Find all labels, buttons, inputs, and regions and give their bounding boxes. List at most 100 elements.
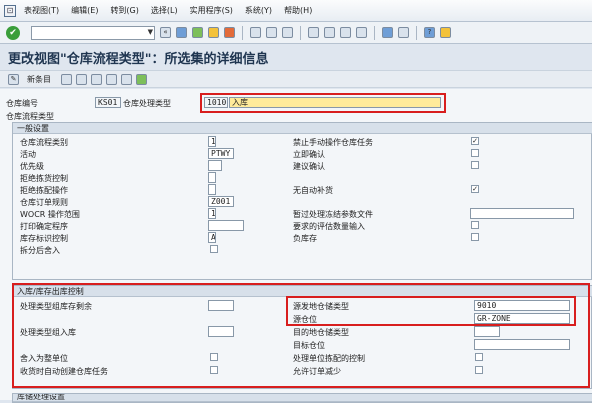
previous-page-icon[interactable]: [324, 27, 335, 38]
menu-select[interactable]: 选择(L): [151, 5, 178, 16]
general-right-label: 立即确认: [293, 150, 325, 159]
process-type-label: 仓库处理类型: [123, 99, 171, 108]
menu-system[interactable]: 系统(Y): [245, 5, 272, 16]
shortcut-icon[interactable]: [398, 27, 409, 38]
display-change-icon[interactable]: ✎: [8, 73, 19, 85]
toolbar-separator: [374, 25, 375, 40]
previous-entry-icon[interactable]: [106, 73, 117, 85]
general-left-label: WOCR 操作范围: [20, 210, 80, 219]
inout-right-field[interactable]: [474, 326, 500, 337]
inout-right-label: 目标仓位: [293, 341, 325, 350]
storage-settings-header: 库储处理设置: [13, 394, 592, 402]
next-entry-icon[interactable]: [121, 73, 132, 85]
next-page-icon[interactable]: [340, 27, 351, 38]
general-left-label: 拒绝拣配操作: [20, 186, 68, 195]
inout-right-checkbox[interactable]: [475, 366, 483, 374]
last-page-icon[interactable]: [356, 27, 367, 38]
general-left-field[interactable]: Z001: [208, 196, 234, 207]
general-right-label: 负库存: [293, 234, 317, 243]
toolbar-separator: [242, 25, 243, 40]
menu-edit[interactable]: 编辑(E): [71, 5, 98, 16]
general-left-field[interactable]: [208, 220, 244, 231]
general-right-label: 建议确认: [293, 162, 325, 171]
menu-help[interactable]: 帮助(H): [284, 5, 312, 16]
general-right-label: 禁止手动操作仓库任务: [293, 138, 373, 147]
menu-utilities[interactable]: 实用程序(S): [190, 5, 233, 16]
inout-right-field[interactable]: 9010: [474, 300, 570, 311]
sap-menu-icon[interactable]: ⊡: [4, 4, 16, 17]
general-right-checkbox[interactable]: [471, 233, 479, 241]
toolbar-separator: [300, 25, 301, 40]
general-left-label: 优先级: [20, 162, 44, 171]
general-left-field[interactable]: 1: [208, 208, 216, 219]
section-title: 仓库流程类型: [6, 112, 54, 121]
inout-right-label: 处理单位拣配的控制: [293, 354, 365, 363]
general-right-field[interactable]: [470, 208, 574, 219]
menu-table-view[interactable]: 表视图(T): [24, 5, 59, 16]
help-icon[interactable]: ?: [424, 27, 435, 38]
chevron-down-icon[interactable]: ▼: [148, 28, 153, 36]
menu-goto[interactable]: 转到(G): [110, 5, 138, 16]
customize-layout-icon[interactable]: [440, 27, 451, 38]
inout-right-checkbox[interactable]: [475, 353, 483, 361]
general-left-label: 打印确定程序: [20, 222, 68, 231]
general-left-field[interactable]: [208, 160, 222, 171]
standard-toolbar: ✔ ▼ « ?: [0, 22, 592, 44]
general-right-checkbox[interactable]: ✓: [471, 137, 479, 145]
inout-left-label: 处理类型组库存剩余: [20, 302, 92, 311]
undo-icon[interactable]: [91, 73, 102, 85]
general-left-field[interactable]: PTWY: [208, 148, 234, 159]
general-left-checkbox[interactable]: [210, 245, 218, 253]
inout-left-field[interactable]: [208, 300, 234, 311]
general-right-label: 暂过处理冻结参数文件: [293, 210, 373, 219]
general-left-label: 仓库订单规则: [20, 198, 68, 207]
inout-left-checkbox[interactable]: [210, 353, 218, 361]
warehouse-label: 仓库编号: [6, 99, 38, 108]
main-area: 仓库编号 KS01 仓库处理类型 1010 入库 仓库流程类型 一般设置 入库/…: [0, 89, 592, 403]
general-left-field[interactable]: A: [208, 232, 216, 243]
inout-right-label: 源发地仓储类型: [293, 302, 349, 311]
copy-icon[interactable]: [61, 73, 72, 85]
general-left-field[interactable]: 1: [208, 136, 216, 147]
page-title: 更改视图"仓库流程类型"：所选集的详细信息: [8, 51, 269, 67]
new-entries-button[interactable]: 新条目: [27, 74, 51, 85]
general-right-checkbox[interactable]: [471, 161, 479, 169]
general-right-checkbox[interactable]: ✓: [471, 185, 479, 193]
general-right-checkbox[interactable]: [471, 221, 479, 229]
exit-icon[interactable]: [208, 27, 219, 38]
menu-bar: ⊡ 表视图(T) 编辑(E) 转到(G) 选择(L) 实用程序(S) 系统(Y)…: [0, 0, 592, 22]
save-icon[interactable]: [176, 27, 187, 38]
inout-left-label: 收货时自动创建仓库任务: [20, 367, 108, 376]
general-left-label: 库存标识控制: [20, 234, 68, 243]
print-icon[interactable]: [250, 27, 261, 38]
inout-left-checkbox[interactable]: [210, 366, 218, 374]
general-left-field[interactable]: [208, 172, 216, 183]
delete-icon[interactable]: [76, 73, 87, 85]
general-left-label: 拆分后舍入: [20, 246, 60, 255]
enter-check-icon[interactable]: ✔: [6, 25, 20, 40]
application-toolbar: ✎ 新条目: [0, 70, 592, 88]
command-field[interactable]: ▼: [31, 25, 155, 40]
general-left-label: 活动: [20, 150, 36, 159]
inout-left-label: 舍入为整单位: [20, 354, 68, 363]
find-icon[interactable]: [266, 27, 277, 38]
new-session-icon[interactable]: [382, 27, 393, 38]
general-left-field[interactable]: [208, 184, 216, 195]
general-settings-header: 一般设置: [13, 123, 592, 134]
inout-right-field[interactable]: GR-ZONE: [474, 313, 570, 324]
expand-left-icon[interactable]: «: [160, 27, 171, 38]
warehouse-field[interactable]: KS01: [95, 97, 121, 108]
general-right-checkbox[interactable]: [471, 149, 479, 157]
inout-left-field[interactable]: [208, 326, 234, 337]
find-next-icon[interactable]: [282, 27, 293, 38]
back-icon[interactable]: [192, 27, 203, 38]
inout-right-label: 目的地仓储类型: [293, 328, 349, 337]
first-page-icon[interactable]: [308, 27, 319, 38]
toolbar-separator: [416, 25, 417, 40]
inout-left-label: 处理类型组入库: [20, 328, 76, 337]
general-left-label: 仓库流程类别: [20, 138, 68, 147]
select-all-icon[interactable]: [136, 73, 147, 85]
inout-right-label: 允许订单减少: [293, 367, 341, 376]
inout-right-field[interactable]: [474, 339, 570, 350]
cancel-icon[interactable]: [224, 27, 235, 38]
